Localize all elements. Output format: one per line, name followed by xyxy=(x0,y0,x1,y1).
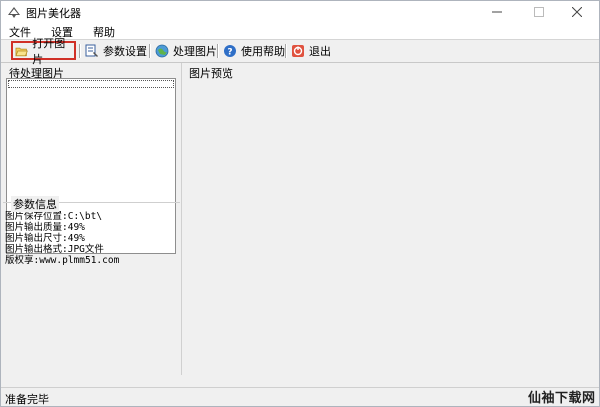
menu-help[interactable]: 帮助 xyxy=(93,24,115,40)
help-icon: ? xyxy=(224,44,236,57)
process-image-label: 处理图片 xyxy=(173,44,217,58)
minimize-button[interactable] xyxy=(477,1,517,23)
list-focus-row[interactable] xyxy=(8,80,174,88)
globe-image-icon xyxy=(155,44,169,57)
param-output-format: 图片输出格式:JPG文件 xyxy=(5,244,104,255)
app-window: 图片美化器 文件 设置 帮助 打开图片 参数设置 处理图片 ? 使用帮助 退出 … xyxy=(0,0,600,407)
params-info-title: 参数信息 xyxy=(11,196,59,212)
maximize-icon xyxy=(534,7,544,17)
window-title: 图片美化器 xyxy=(26,7,81,20)
param-output-size: 图片输出尺寸:49% xyxy=(5,233,85,244)
menu-bar: 文件 设置 帮助 xyxy=(1,23,599,39)
status-text: 准备完毕 xyxy=(5,393,49,406)
param-settings-button[interactable]: 参数设置 xyxy=(85,41,147,60)
toolbar-divider xyxy=(149,44,151,58)
param-copyright: 版权享:www.plmm51.com xyxy=(5,255,120,266)
toolbar-divider xyxy=(79,44,81,58)
status-bar: 准备完毕 xyxy=(1,387,599,406)
exit-icon xyxy=(292,44,304,57)
param-settings-label: 参数设置 xyxy=(103,44,147,58)
params-info-box: 图片保存位置:C:\bt\ 图片输出质量:49% 图片输出尺寸:49% 图片输出… xyxy=(3,202,180,373)
close-icon xyxy=(572,7,582,17)
exit-label: 退出 xyxy=(309,44,331,58)
toolbar-divider xyxy=(285,44,287,58)
minimize-icon xyxy=(492,11,502,13)
usage-help-label: 使用帮助 xyxy=(241,44,285,58)
toolbar-divider xyxy=(217,44,219,58)
title-bar: 图片美化器 xyxy=(1,1,599,23)
exit-button[interactable]: 退出 xyxy=(291,41,331,60)
svg-text:?: ? xyxy=(227,47,232,57)
preview-panel: 图片预览 xyxy=(181,63,598,375)
usage-help-button[interactable]: ? 使用帮助 xyxy=(223,41,285,60)
image-preview-label: 图片预览 xyxy=(189,67,233,80)
settings-document-icon xyxy=(85,44,98,57)
app-logo-icon xyxy=(8,7,20,18)
menu-file[interactable]: 文件 xyxy=(9,24,31,40)
process-image-button[interactable]: 处理图片 xyxy=(155,41,217,60)
params-info-text: 图片保存位置:C:\bt\ 图片输出质量:49% 图片输出尺寸:49% 图片输出… xyxy=(5,211,119,266)
param-output-quality: 图片输出质量:49% xyxy=(5,222,85,233)
watermark-text: 仙袖下载网 xyxy=(528,391,596,406)
toolbar: 打开图片 参数设置 处理图片 ? 使用帮助 退出 xyxy=(1,37,599,66)
close-button[interactable] xyxy=(557,1,597,23)
open-image-button[interactable]: 打开图片 xyxy=(11,37,76,66)
open-image-label: 打开图片 xyxy=(32,36,66,66)
param-save-location: 图片保存位置:C:\bt\ xyxy=(5,211,103,222)
folder-open-icon xyxy=(15,47,28,56)
left-panel: 待处理图片 参数信息 图片保存位置:C:\bt\ 图片输出质量:49% 图片输出… xyxy=(3,63,180,375)
maximize-button[interactable] xyxy=(519,1,559,23)
